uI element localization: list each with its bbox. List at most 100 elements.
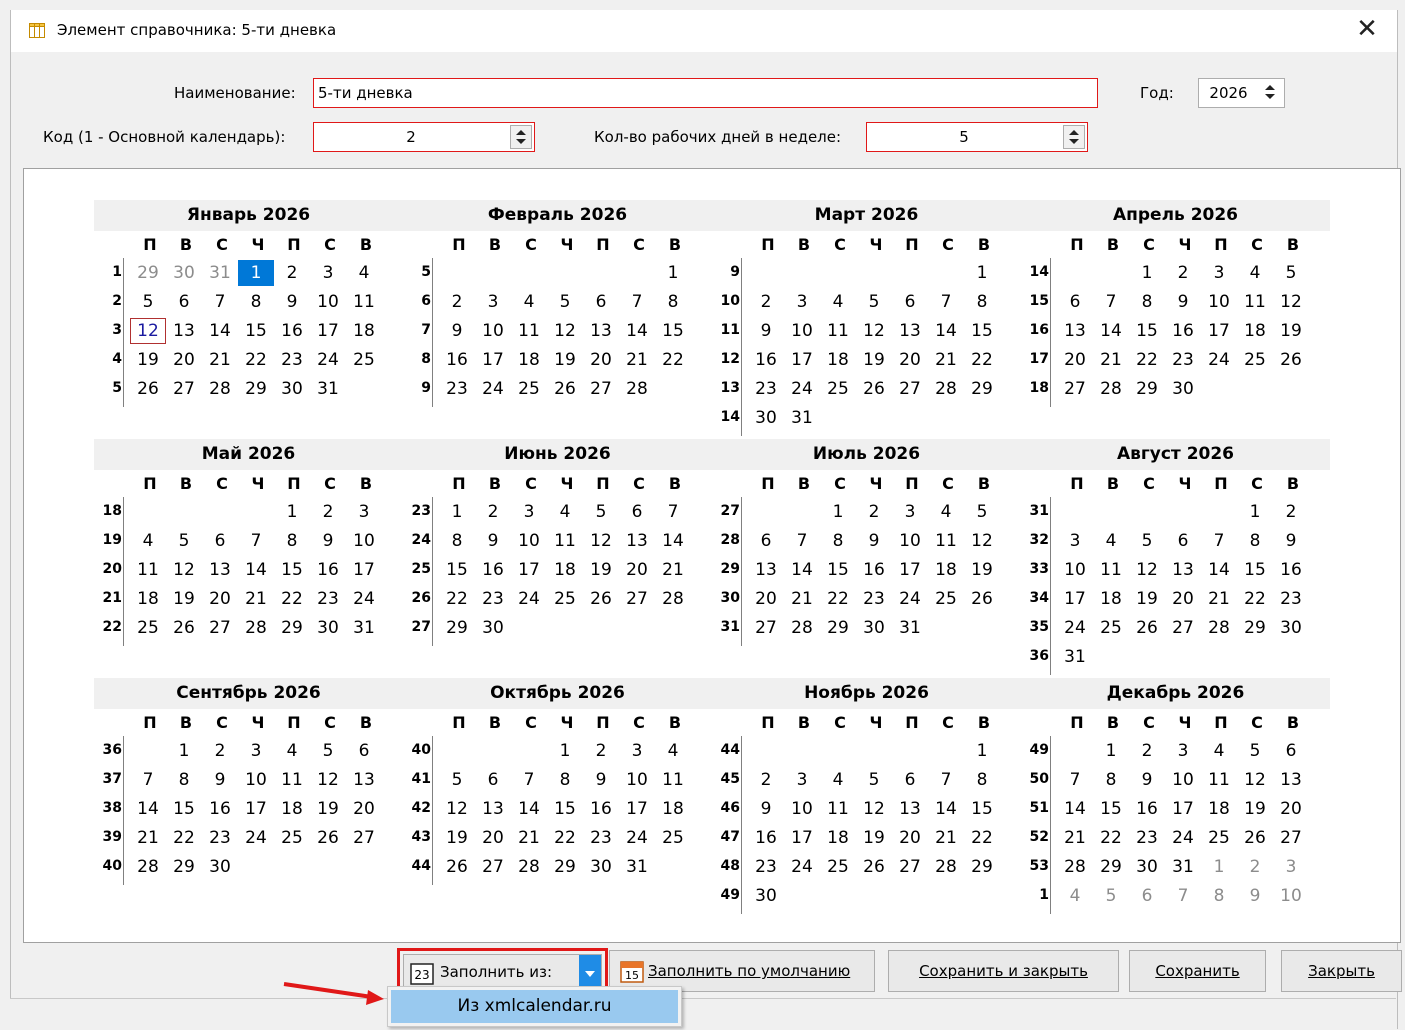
calendar-day[interactable]: 6 (1057, 289, 1093, 315)
calendar-day[interactable]: 16 (748, 825, 784, 851)
close-window-button[interactable]: ✕ (1349, 14, 1385, 46)
calendar-day[interactable]: 21 (655, 557, 691, 583)
calendar-day[interactable]: 1 (964, 260, 1000, 286)
calendar-day[interactable]: 7 (130, 767, 166, 793)
calendar-day[interactable]: 20 (1273, 796, 1309, 822)
calendar-day[interactable]: 29 (238, 376, 274, 402)
calendar-day[interactable]: 30 (274, 376, 310, 402)
calendar-day[interactable]: 5 (856, 289, 892, 315)
calendar-day[interactable]: 20 (346, 796, 382, 822)
fill-from-button[interactable]: 23 Заполнить из: (403, 954, 602, 988)
calendar-day[interactable]: 28 (238, 615, 274, 641)
calendar-day[interactable]: 22 (1093, 825, 1129, 851)
calendar-day[interactable]: 13 (892, 318, 928, 344)
calendar-day[interactable]: 26 (1273, 347, 1309, 373)
calendar-day[interactable]: 14 (655, 528, 691, 554)
calendar-day[interactable]: 15 (1129, 318, 1165, 344)
calendar-day[interactable]: 3 (511, 499, 547, 525)
calendar-day[interactable]: 29 (964, 376, 1000, 402)
calendar-day[interactable]: 25 (274, 825, 310, 851)
calendar-day[interactable]: 20 (892, 347, 928, 373)
calendar-day[interactable]: 28 (202, 376, 238, 402)
calendar-day[interactable]: 21 (1093, 347, 1129, 373)
calendar-day[interactable]: 21 (619, 347, 655, 373)
calendar-day[interactable]: 27 (1273, 825, 1309, 851)
calendar-day[interactable]: 23 (748, 376, 784, 402)
calendar-day[interactable]: 17 (784, 825, 820, 851)
calendar-day[interactable]: 28 (1093, 376, 1129, 402)
calendar-day[interactable]: 5 (130, 289, 166, 315)
calendar-day[interactable]: 11 (346, 289, 382, 315)
calendar-day[interactable]: 31 (310, 376, 346, 402)
calendar-day[interactable]: 19 (964, 557, 1000, 583)
calendar-day[interactable]: 3 (1057, 528, 1093, 554)
calendar-day[interactable]: 13 (892, 796, 928, 822)
calendar-day[interactable]: 27 (892, 376, 928, 402)
calendar-day[interactable]: 3 (346, 499, 382, 525)
calendar-day[interactable]: 30 (748, 405, 784, 431)
calendar-day[interactable]: 24 (1057, 615, 1093, 641)
calendar-day[interactable]: 6 (346, 738, 382, 764)
calendar-day[interactable]: 29 (547, 854, 583, 880)
calendar-day-other-month[interactable]: 8 (1201, 883, 1237, 909)
menu-item-xmlcalendar[interactable]: Из xmlcalendar.ru (391, 990, 678, 1023)
calendar-day[interactable]: 16 (1165, 318, 1201, 344)
calendar-day[interactable]: 17 (475, 347, 511, 373)
calendar-day[interactable]: 28 (928, 854, 964, 880)
calendar-day-other-month[interactable]: 6 (1129, 883, 1165, 909)
calendar-day[interactable]: 27 (619, 586, 655, 612)
calendar-day-other-month[interactable]: 7 (1165, 883, 1201, 909)
calendar-day[interactable]: 28 (655, 586, 691, 612)
calendar-day[interactable]: 18 (820, 825, 856, 851)
calendar-day[interactable]: 20 (166, 347, 202, 373)
calendar-day[interactable]: 6 (1273, 738, 1309, 764)
calendar-day-other-month[interactable]: 4 (1057, 883, 1093, 909)
calendar-day[interactable]: 25 (511, 376, 547, 402)
calendar-day[interactable]: 12 (439, 796, 475, 822)
calendar-day[interactable]: 25 (130, 615, 166, 641)
calendar-day[interactable]: 10 (511, 528, 547, 554)
calendar-day[interactable]: 6 (475, 767, 511, 793)
calendar-day-other-month[interactable]: 30 (166, 260, 202, 286)
calendar-day[interactable]: 26 (1129, 615, 1165, 641)
calendar-day[interactable]: 29 (1237, 615, 1273, 641)
calendar-day[interactable]: 24 (619, 825, 655, 851)
calendar-day[interactable]: 18 (820, 347, 856, 373)
calendar-day[interactable]: 1 (1237, 499, 1273, 525)
calendar-day[interactable]: 22 (1129, 347, 1165, 373)
calendar-day[interactable]: 9 (748, 796, 784, 822)
calendar-day[interactable]: 2 (748, 767, 784, 793)
calendar-day[interactable]: 11 (274, 767, 310, 793)
code-spinner[interactable] (510, 125, 532, 149)
calendar-day[interactable]: 26 (583, 586, 619, 612)
calendar-day[interactable]: 10 (346, 528, 382, 554)
calendar-day[interactable]: 23 (1129, 825, 1165, 851)
calendar-day[interactable]: 23 (202, 825, 238, 851)
calendar-day[interactable]: 14 (784, 557, 820, 583)
calendar-day[interactable]: 28 (619, 376, 655, 402)
calendar-day[interactable]: 13 (583, 318, 619, 344)
year-field[interactable]: 2026 (1198, 78, 1285, 108)
calendar-day[interactable]: 31 (619, 854, 655, 880)
calendar-day[interactable]: 1 (1093, 738, 1129, 764)
calendar-day[interactable]: 4 (1093, 528, 1129, 554)
calendar-day[interactable]: 31 (892, 615, 928, 641)
calendar-day[interactable]: 4 (547, 499, 583, 525)
calendar-day[interactable]: 7 (928, 767, 964, 793)
calendar-day[interactable]: 21 (130, 825, 166, 851)
calendar-day[interactable]: 5 (1237, 738, 1273, 764)
calendar-day[interactable]: 17 (511, 557, 547, 583)
calendar-day[interactable]: 5 (964, 499, 1000, 525)
calendar-day[interactable]: 22 (820, 586, 856, 612)
calendar-day[interactable]: 5 (439, 767, 475, 793)
calendar-day[interactable]: 11 (130, 557, 166, 583)
calendar-day[interactable]: 14 (619, 318, 655, 344)
calendar-day[interactable]: 14 (238, 557, 274, 583)
workdays-field[interactable]: 5 (866, 122, 1088, 152)
calendar-day-other-month[interactable]: 1 (1201, 854, 1237, 880)
calendar-day[interactable]: 19 (166, 586, 202, 612)
calendar-day[interactable]: 12 (1237, 767, 1273, 793)
calendar-day[interactable]: 3 (238, 738, 274, 764)
calendar-day[interactable]: 28 (511, 854, 547, 880)
calendar-day[interactable]: 13 (1057, 318, 1093, 344)
